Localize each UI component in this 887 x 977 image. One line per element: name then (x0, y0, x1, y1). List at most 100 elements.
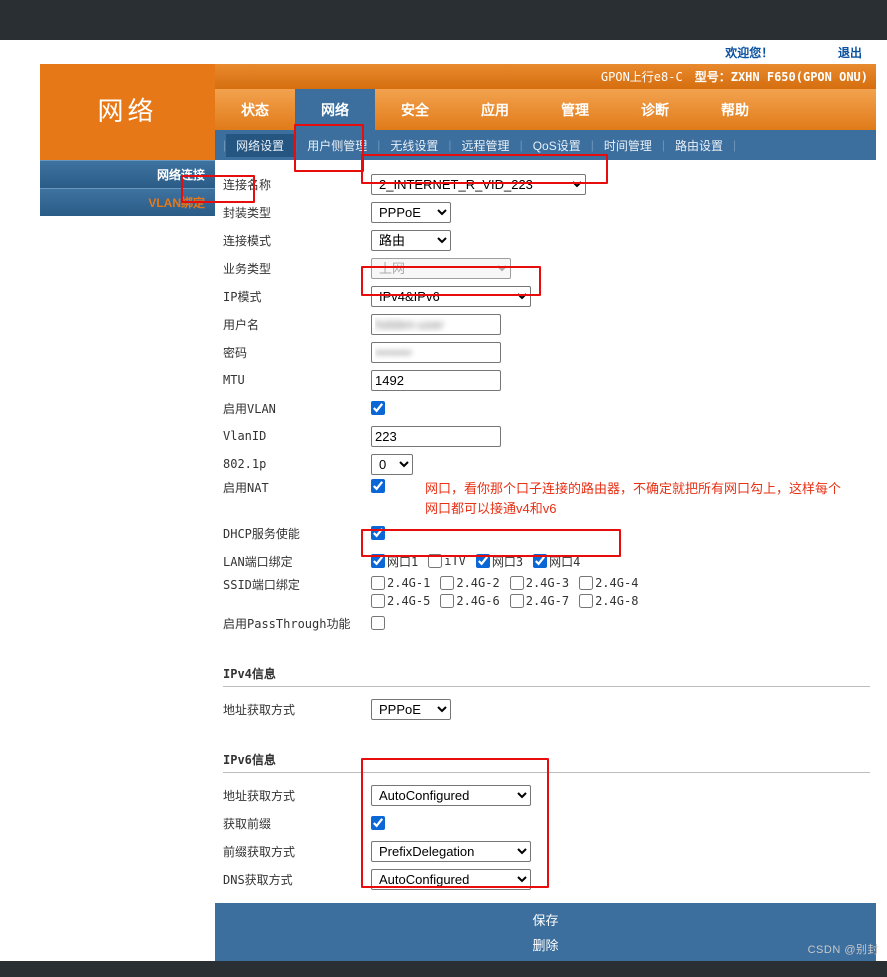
label-prefix-get: 获取前缀 (223, 815, 371, 832)
label-nat: 启用NAT (223, 479, 371, 496)
subnav-wireless[interactable]: 无线设置 (380, 134, 448, 157)
select-ipv6-mode[interactable]: AutoConfigured (371, 785, 531, 806)
lan-port-label: 网口1 (387, 553, 418, 570)
subnav-time[interactable]: 时间管理 (594, 134, 662, 157)
label-passthrough: 启用PassThrough功能 (223, 615, 371, 632)
ssid-port[interactable]: 2.4G-7 (510, 594, 569, 608)
label-mtu: MTU (223, 373, 371, 387)
subnav-net-settings[interactable]: 网络设置 (226, 134, 294, 157)
tab-diag[interactable]: 诊断 (615, 89, 695, 130)
save-button[interactable]: 保存 (492, 908, 598, 931)
header-info: GPON上行e8-C 型号：ZXHN F650(GPON ONU) (215, 64, 876, 89)
input-pass[interactable] (371, 342, 501, 363)
ssid-label: 2.4G-1 (387, 576, 430, 590)
delete-button[interactable]: 删除 (492, 933, 598, 956)
label-vlan-en: 启用VLAN (223, 400, 371, 417)
chk-ssid[interactable] (579, 594, 593, 608)
label-vlan-id: VlanID (223, 429, 371, 443)
select-dns-mode[interactable]: AutoConfigured (371, 869, 531, 890)
tab-manage[interactable]: 管理 (535, 89, 615, 130)
subnav-qos[interactable]: QoS设置 (523, 134, 591, 157)
ipv6-section-title: IPv6信息 (223, 751, 870, 768)
chk-vlan-en[interactable] (371, 401, 385, 415)
ssid-port[interactable]: 2.4G-4 (579, 576, 638, 590)
select-8021p[interactable]: 0 (371, 454, 413, 475)
select-conn-mode[interactable]: 路由 (371, 230, 451, 251)
ssid-label: 2.4G-3 (526, 576, 569, 590)
annotation-note: 网口，看你那个口子连接的路由器，不确定就把所有网口勾上，这样每个网口都可以接通v… (425, 479, 845, 518)
input-vlan-id[interactable] (371, 426, 501, 447)
ssid-label: 2.4G-6 (456, 594, 499, 608)
divider (223, 686, 870, 687)
chk-lan-1[interactable] (428, 554, 442, 568)
lan-port-3[interactable]: 网口4 (533, 553, 580, 570)
label-8021p: 802.1p (223, 457, 371, 471)
brand-title: 网络 (40, 89, 215, 130)
chk-ssid[interactable] (371, 576, 385, 590)
label-ssid-bind: SSID端口绑定 (223, 576, 371, 593)
chk-nat[interactable] (371, 479, 385, 493)
chk-ssid[interactable] (510, 594, 524, 608)
chk-prefix[interactable] (371, 816, 385, 830)
welcome-text: 欢迎您！ (725, 46, 773, 60)
ssid-port[interactable]: 2.4G-6 (440, 594, 499, 608)
tab-help[interactable]: 帮助 (695, 89, 775, 130)
lan-port-2[interactable]: 网口3 (476, 553, 523, 570)
label-user: 用户名 (223, 316, 371, 333)
ssid-label: 2.4G-8 (595, 594, 638, 608)
tab-status[interactable]: 状态 (215, 89, 295, 130)
ssid-port[interactable]: 2.4G-3 (510, 576, 569, 590)
sidebar-net-conn[interactable]: 网络连接 (40, 160, 215, 188)
ipv4-section-title: IPv4信息 (223, 665, 870, 682)
ssid-port[interactable]: 2.4G-1 (371, 576, 430, 590)
ssid-port[interactable]: 2.4G-5 (371, 594, 430, 608)
select-biz: 上网 (371, 258, 511, 279)
ssid-label: 2.4G-5 (387, 594, 430, 608)
subnav-route[interactable]: 路由设置 (665, 134, 733, 157)
header-brand-bg (40, 64, 215, 89)
select-prefix-mode[interactable]: PrefixDelegation (371, 841, 531, 862)
label-dns-mode: DNS获取方式 (223, 871, 371, 888)
label-lan-bind: LAN端口绑定 (223, 553, 371, 570)
model-value: ZXHN F650(GPON ONU) (731, 70, 868, 84)
chk-dhcp[interactable] (371, 526, 385, 540)
subnav-remote[interactable]: 远程管理 (452, 134, 520, 157)
input-user[interactable] (371, 314, 501, 335)
chk-ssid[interactable] (371, 594, 385, 608)
tab-security[interactable]: 安全 (375, 89, 455, 130)
chk-ssid[interactable] (510, 576, 524, 590)
ssid-label: 2.4G-7 (526, 594, 569, 608)
subnav: | 网络设置| 用户侧管理| 无线设置| 远程管理| QoS设置| 时间管理| … (215, 130, 876, 160)
chk-lan-0[interactable] (371, 554, 385, 568)
chk-passthrough[interactable] (371, 616, 385, 630)
ssid-port[interactable]: 2.4G-8 (579, 594, 638, 608)
tab-app[interactable]: 应用 (455, 89, 535, 130)
lan-port-label: 网口3 (492, 553, 523, 570)
main-form: 连接名称 2_INTERNET_R_VID_223 封装类型 PPPoE 连接模… (215, 160, 876, 903)
chk-lan-3[interactable] (533, 554, 547, 568)
select-conn-name[interactable]: 2_INTERNET_R_VID_223 (371, 174, 586, 195)
select-ipv4-mode[interactable]: PPPoE (371, 699, 451, 720)
ssid-port[interactable]: 2.4G-2 (440, 576, 499, 590)
watermark: CSDN @别封 (808, 941, 879, 957)
select-ip-mode[interactable]: IPv4&IPv6 (371, 286, 531, 307)
footer-actions: 保存 删除 (215, 903, 876, 961)
sidebar: 网络连接 VLAN绑定 (40, 160, 215, 903)
subnav-user-side[interactable]: 用户侧管理 (297, 134, 377, 157)
lan-port-0[interactable]: 网口1 (371, 553, 418, 570)
select-encap[interactable]: PPPoE (371, 202, 451, 223)
welcome-bar: 欢迎您！ 退出 (40, 44, 876, 64)
main-tabs: 状态 网络 安全 应用 管理 诊断 帮助 (215, 89, 876, 130)
tab-network[interactable]: 网络 (295, 89, 375, 130)
label-prefix-mode: 前缀获取方式 (223, 843, 371, 860)
sidebar-vlan-bind[interactable]: VLAN绑定 (40, 188, 215, 216)
label-ipv6-mode: 地址获取方式 (223, 787, 371, 804)
chk-ssid[interactable] (440, 594, 454, 608)
logout-link[interactable]: 退出 (838, 46, 862, 60)
chk-ssid[interactable] (440, 576, 454, 590)
chk-lan-2[interactable] (476, 554, 490, 568)
chk-ssid[interactable] (579, 576, 593, 590)
label-ipv4-mode: 地址获取方式 (223, 701, 371, 718)
input-mtu[interactable] (371, 370, 501, 391)
lan-port-1[interactable]: iTV (428, 554, 466, 568)
